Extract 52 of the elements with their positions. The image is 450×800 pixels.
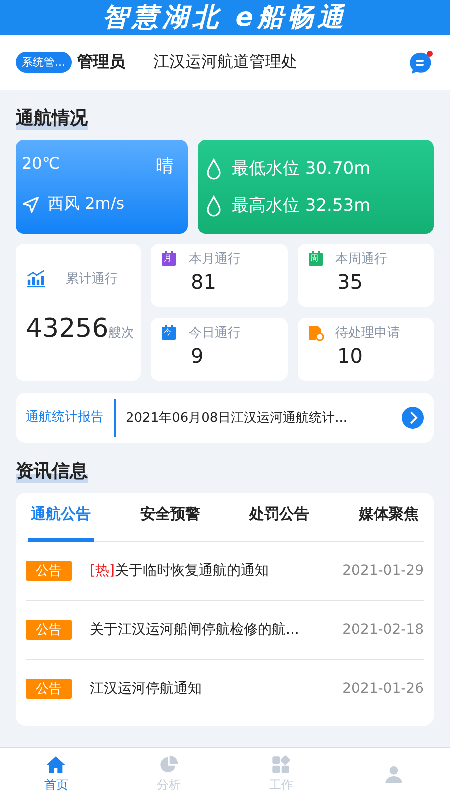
stat-label: 今日通行 [189,324,241,342]
bar-chart-icon [26,270,46,288]
temperature: 20℃ [22,154,60,175]
notice-tag: 公告 [26,561,72,581]
wind: 西风 2m/s [48,194,125,215]
report-title: 2021年06月08日江汉运河通航统计... [126,410,349,427]
calendar-label: 今 [164,328,172,338]
news-tab[interactable]: 安全预警 [137,493,204,542]
organization-name: 江汉运河航道管理处 [154,52,298,73]
stat-label: 本周通行 [336,251,388,268]
news-date: 2021-01-26 [342,681,424,697]
stat-value: 9 [191,344,205,368]
news-title[interactable]: 关于江汉运河船闸停航检修的航... [90,621,343,639]
user-role: 管理员 [78,52,126,73]
stat-label: 本月通行 [189,251,241,268]
water-drop-icon [206,158,222,180]
water-level: 最高水位 32.53m [232,195,371,217]
banner-title: 智慧湖北 e船畅通 [102,3,348,33]
nav-tab[interactable]: 首页 [0,748,112,800]
section-title: 通航情况 [16,106,88,130]
report-label: 通航统计报告 [26,399,116,437]
home-icon [46,754,66,774]
water-drop-icon [206,194,222,216]
person-icon [384,764,404,784]
stat-unit: 艘次 [108,325,135,342]
stat-label: 累计通行 [66,271,118,288]
stat-value: 35 [338,270,364,294]
section-title: 资讯信息 [16,459,88,483]
notice-tag: 公告 [26,620,72,640]
water-level: 最低水位 30.70m [232,158,371,180]
stat-value: 81 [191,270,218,294]
news-date: 2021-01-29 [342,563,424,579]
news-tab[interactable]: 通航公告 [28,493,94,542]
apps-icon [271,754,292,774]
chevron-right-icon[interactable] [402,407,424,429]
calendar-label: 月 [164,254,172,264]
report-bar[interactable]: 通航统计报告 2021年06月08日江汉运河通航统计... [16,393,434,443]
news-tab[interactable]: 处罚公告 [246,493,313,542]
stat-value: 10 [338,344,364,368]
stat-label: 待处理申请 [336,324,400,342]
news-date: 2021-02-18 [342,622,424,638]
message-icon[interactable] [408,50,434,76]
role-badge[interactable]: 系统管... [16,52,72,73]
stat-value: 43256 [26,314,109,344]
calendar-label: 周 [310,254,318,264]
notice-tag: 公告 [26,679,72,699]
news-title[interactable]: [热]关于临时恢复通航的通知 [90,562,343,580]
news-title[interactable]: 江汉运河停航通知 [90,680,343,698]
weather-condition: 晴 [156,155,174,178]
pie-chart-icon [158,754,179,774]
navigation-arrow-icon [22,196,40,214]
news-tab[interactable]: 媒体聚焦 [356,493,422,542]
